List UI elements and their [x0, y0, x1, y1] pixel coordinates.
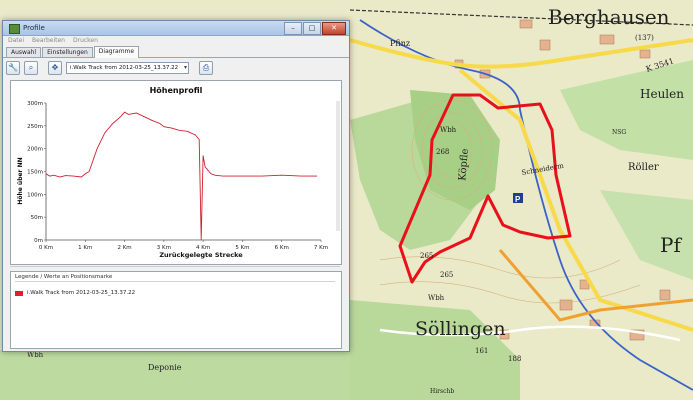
tab-diagramme[interactable]: Diagramme: [93, 46, 140, 58]
move-icon[interactable]: ✥: [48, 61, 62, 75]
map-label-elev: 161: [475, 347, 488, 355]
minimize-button[interactable]: –: [284, 22, 302, 35]
chart-scrollbar[interactable]: [336, 101, 340, 231]
chart-ylabel: Höhe über NN: [17, 157, 24, 204]
map-label-heulen: Heulen: [640, 87, 684, 101]
zoom-icon[interactable]: ⌕: [24, 61, 38, 75]
map-label-pf: Pf: [660, 233, 682, 257]
map-label-soellingen: Söllingen: [415, 318, 506, 340]
x-tick-label: 7 Km: [314, 245, 328, 251]
app-icon: [9, 24, 20, 34]
wrench-icon[interactable]: 🔧: [6, 61, 20, 75]
y-tick-label: 200m: [27, 147, 43, 153]
menu-bearbeiten[interactable]: Bearbeiten: [32, 36, 65, 46]
map-label-pfinz: Pfinz: [390, 39, 410, 48]
tab-einstellungen[interactable]: Einstellungen: [42, 47, 93, 57]
map-label-elev: 268: [436, 148, 449, 156]
legend-title: Legende / Werte an Positionsmarke: [15, 274, 113, 280]
map-label-berghausen: Berghausen: [548, 5, 670, 29]
x-tick-label: 1 Km: [78, 245, 92, 251]
y-tick-label: 0m: [34, 238, 43, 244]
tab-strip: Auswahl Einstellungen Diagramme: [3, 46, 349, 58]
elevation-series-line: [45, 111, 318, 241]
chevron-down-icon: ▾: [183, 64, 187, 71]
legend-swatch: [15, 290, 23, 296]
y-tick-label: 150m: [27, 170, 43, 176]
y-tick-label: 100m: [27, 192, 43, 198]
map-label-elev: 265: [420, 252, 433, 260]
map-label-wbh: Wbh: [27, 351, 44, 359]
y-tick-label: 50m: [31, 215, 43, 221]
y-tick-label: 300m: [27, 101, 43, 107]
close-button[interactable]: ✕: [322, 22, 346, 35]
legend-item[interactable]: i.Walk Track from 2012-03-25_13.37.22: [15, 290, 135, 296]
legend-item-label: i.Walk Track from 2012-03-25_13.37.22: [27, 290, 136, 296]
x-tick-label: 2 Km: [117, 245, 131, 251]
print-icon[interactable]: ⎙: [199, 61, 213, 75]
map-label-deponie: Deponie: [148, 363, 182, 372]
chart-xlabel: Zurückgelegte Strecke: [159, 251, 243, 259]
profile-window[interactable]: Profile – □ ✕ Datei Bearbeiten Drucken A…: [2, 20, 350, 352]
menu-drucken[interactable]: Drucken: [73, 36, 98, 46]
toolbar: 🔧 ⌕ ✥ i.Walk Track from 2012-03-25_13.37…: [6, 59, 344, 77]
legend-divider: [15, 281, 335, 282]
window-title: Profile: [23, 24, 45, 32]
map-label-elev: 188: [508, 355, 521, 363]
elevation-chart-svg: Höhenprofil Höhe über NN Zurückgelegte S…: [17, 86, 328, 259]
track-select-value: i.Walk Track from 2012-03-25_13.37.22: [70, 65, 179, 71]
menubar: Datei Bearbeiten Drucken: [3, 36, 349, 46]
map-label-elev: 265: [440, 271, 453, 279]
map-label-wbh: Wbh: [440, 126, 457, 134]
map-label-hirsch: Hirschb: [430, 388, 454, 395]
parking-sign: P: [515, 195, 521, 204]
x-tick-label: 4 Km: [196, 245, 210, 251]
legend-panel: Legende / Werte an Positionsmarke i.Walk…: [10, 271, 342, 349]
map-label-elev: (137): [635, 34, 654, 42]
x-tick-label: 6 Km: [275, 245, 289, 251]
track-select[interactable]: i.Walk Track from 2012-03-25_13.37.22 ▾: [66, 62, 189, 74]
x-tick-label: 3 Km: [157, 245, 171, 251]
tab-auswahl[interactable]: Auswahl: [6, 47, 42, 57]
maximize-button[interactable]: □: [303, 22, 321, 35]
window-titlebar[interactable]: Profile – □ ✕: [3, 21, 349, 36]
y-tick-label: 250m: [27, 124, 43, 130]
map-label-wbh: Wbh: [428, 294, 445, 302]
map-label-roller: Röller: [628, 162, 659, 173]
x-tick-label: 0 Km: [39, 245, 53, 251]
menu-datei[interactable]: Datei: [8, 36, 24, 46]
map-label-nsg: NSG: [612, 129, 626, 136]
chart-title: Höhenprofil: [150, 86, 203, 95]
x-tick-label: 5 Km: [235, 245, 249, 251]
elevation-chart[interactable]: Höhenprofil Höhe über NN Zurückgelegte S…: [10, 80, 342, 265]
